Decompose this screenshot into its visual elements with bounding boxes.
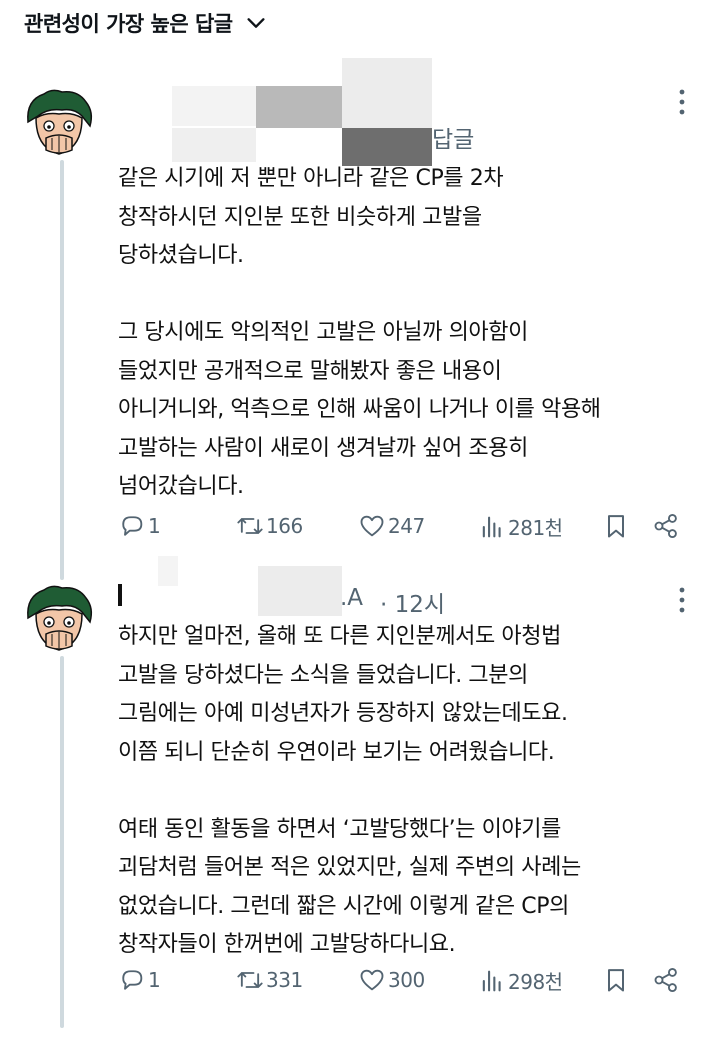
bookmark-action[interactable] bbox=[602, 512, 630, 540]
sort-selector[interactable]: 관련성이 가장 높은 답글 bbox=[24, 8, 267, 38]
redacted-name bbox=[172, 58, 432, 170]
reply-label: 답글 bbox=[432, 127, 475, 153]
action-bar: 1 331 300 298천 bbox=[112, 966, 692, 1006]
more-icon[interactable] bbox=[678, 88, 686, 116]
reply-count: 1 bbox=[148, 968, 161, 992]
reply-text: 같은 시기에 저 뿐만 아니라 같은 CP를 2차 창작하시던 지인분 또한 비… bbox=[118, 166, 601, 499]
views-icon bbox=[482, 516, 501, 537]
views-action[interactable]: 298천 bbox=[478, 966, 563, 995]
author-handle-suffix: .A bbox=[340, 585, 364, 611]
action-bar: 1 166 247 281천 bbox=[112, 512, 692, 552]
views-count: 298천 bbox=[508, 970, 563, 994]
like-count: 247 bbox=[388, 514, 425, 538]
share-icon bbox=[654, 967, 677, 993]
views-count: 281천 bbox=[508, 516, 563, 540]
like-action[interactable]: 247 bbox=[358, 512, 425, 540]
avatar[interactable] bbox=[22, 86, 96, 160]
more-icon[interactable] bbox=[678, 586, 686, 614]
redacted-name bbox=[118, 556, 342, 616]
timestamp: · 12시 bbox=[380, 592, 446, 618]
thread-line bbox=[60, 656, 64, 1028]
thread-line bbox=[60, 160, 64, 580]
like-action[interactable]: 300 bbox=[358, 966, 425, 994]
avatar[interactable] bbox=[22, 582, 96, 656]
reply-action[interactable]: 1 bbox=[118, 966, 161, 994]
chevron-down-icon bbox=[247, 18, 265, 28]
reply-icon bbox=[122, 970, 143, 990]
retweet-icon bbox=[237, 518, 263, 534]
reply-action[interactable]: 1 bbox=[118, 512, 161, 540]
sort-label: 관련성이 가장 높은 답글 bbox=[24, 12, 233, 36]
reply-icon bbox=[122, 516, 143, 536]
bookmark-icon bbox=[608, 969, 624, 992]
like-icon bbox=[360, 515, 384, 537]
reply-count: 1 bbox=[148, 514, 161, 538]
retweet-count: 166 bbox=[266, 514, 303, 538]
retweet-count: 331 bbox=[266, 968, 303, 992]
reply-text: 하지만 얼마전, 올해 또 다른 지인분께서도 아청법 고발을 당하셨다는 소식… bbox=[118, 624, 581, 957]
bookmark-action[interactable] bbox=[602, 966, 630, 994]
bookmark-icon bbox=[608, 515, 624, 538]
like-icon bbox=[360, 969, 384, 991]
retweet-action[interactable]: 166 bbox=[236, 512, 303, 540]
share-icon bbox=[654, 513, 677, 539]
share-action[interactable] bbox=[652, 512, 680, 540]
views-icon bbox=[482, 970, 501, 991]
share-action[interactable] bbox=[652, 966, 680, 994]
retweet-action[interactable]: 331 bbox=[236, 966, 303, 994]
like-count: 300 bbox=[388, 968, 425, 992]
views-action[interactable]: 281천 bbox=[478, 512, 563, 541]
retweet-icon bbox=[237, 972, 263, 988]
